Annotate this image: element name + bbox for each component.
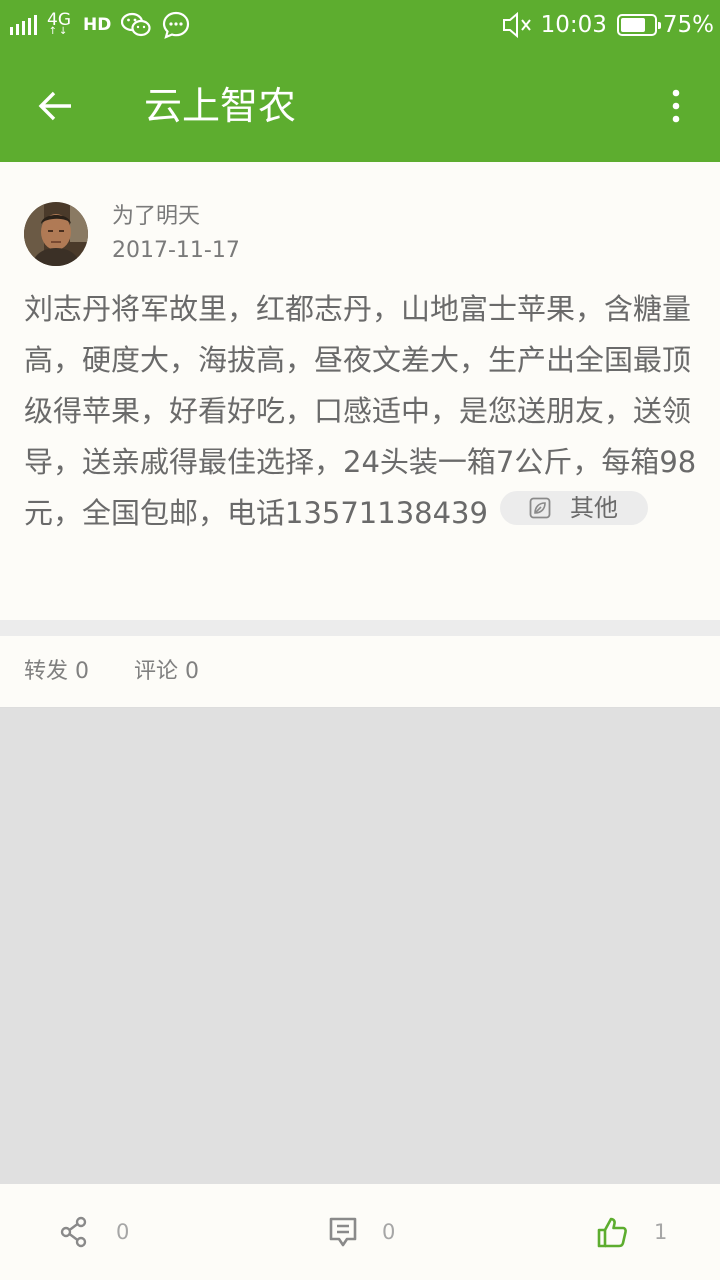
hd-indicator: HD (83, 15, 112, 35)
back-arrow-icon (38, 91, 71, 121)
like-count: 1 (654, 1220, 668, 1244)
signal-icon (10, 15, 37, 35)
author-name[interactable]: 为了明天 (112, 200, 200, 234)
share-icon (60, 1216, 87, 1248)
comment-button[interactable]: 0 (328, 1214, 395, 1250)
more-vertical-icon (672, 89, 680, 123)
comment-count-bottom: 0 (382, 1220, 396, 1244)
divider (0, 620, 720, 636)
post-stats: 转发 0 评论 0 (0, 636, 720, 708)
network-type: 4G (47, 10, 71, 30)
forward-count[interactable]: 转发 0 (24, 656, 89, 688)
share-button[interactable]: 0 (60, 1214, 129, 1250)
wechat-icon (121, 12, 151, 38)
leaf-icon (528, 496, 552, 520)
post-content: 刘志丹将军故里，红都志丹，山地富士苹果，含糖量高，硬度大，海拔高，昼夜文差大，生… (24, 284, 704, 539)
share-count: 0 (116, 1220, 130, 1244)
battery-level (620, 18, 645, 32)
comment-icon (329, 1217, 357, 1247)
category-tag-label: 其他 (569, 494, 618, 522)
avatar[interactable] (24, 202, 88, 266)
back-button[interactable] (30, 80, 82, 132)
status-bar-right: 10:03 75% (501, 8, 714, 42)
like-button[interactable]: 1 (596, 1214, 667, 1250)
status-bar-left: 4G ↑↓ HD (10, 8, 201, 42)
network-indicator: 4G ↑↓ (47, 10, 71, 37)
post-card: 为了明天 2017-11-17 刘志丹将军故里，红都志丹，山地富士苹果，含糖量高… (0, 162, 720, 620)
more-options-button[interactable] (660, 80, 692, 132)
battery-percent: 75% (662, 12, 714, 38)
thumbs-up-icon (597, 1217, 627, 1248)
post-date: 2017-11-17 (112, 238, 240, 263)
message-icon (161, 10, 191, 40)
status-bar: 4G ↑↓ HD 10:03 75% (0, 0, 720, 50)
network-arrows: ↑↓ (48, 26, 70, 37)
category-tag[interactable]: 其他 (499, 491, 648, 525)
clock: 10:03 (540, 12, 607, 38)
mute-icon (501, 11, 535, 39)
comment-count[interactable]: 评论 0 (134, 656, 199, 688)
app-bar: 云上智农 (0, 50, 720, 162)
battery-icon (616, 14, 661, 36)
bottom-action-bar: 0 0 1 (0, 1184, 720, 1280)
page-title: 云上智农 (144, 84, 297, 128)
